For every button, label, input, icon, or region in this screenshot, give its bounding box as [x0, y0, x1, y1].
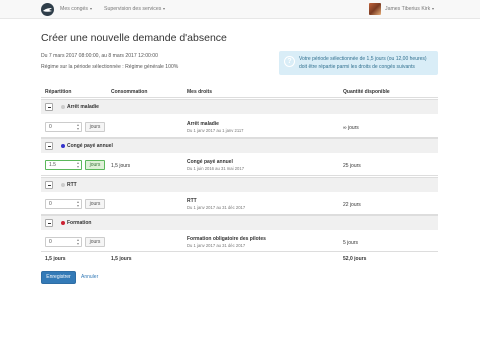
- droit-dates: Du 1 janv 2017 au 31 déc 2017: [187, 205, 246, 210]
- header-mes-droits: Mes droits: [187, 89, 213, 95]
- total-consommation: 1,5 jours: [111, 256, 132, 262]
- bird-logo-icon[interactable]: [41, 3, 54, 16]
- spinner-arrows-icon[interactable]: [77, 201, 80, 207]
- info-alert: ? Votre période sélectionnée de 1,5 jour…: [279, 51, 438, 75]
- collapse-minus-icon[interactable]: [45, 181, 53, 189]
- input-value: 0: [49, 201, 52, 207]
- repartition-input-conge-paye[interactable]: 1.5: [45, 160, 82, 170]
- caret-down-icon: [163, 7, 166, 10]
- quantite-value: 22 jours: [343, 202, 361, 208]
- consommation-value: 1,5 jours: [111, 163, 131, 169]
- user-menu[interactable]: James Tiberius Kirk: [385, 6, 435, 12]
- color-dot: [61, 105, 65, 109]
- input-value: 0: [49, 239, 52, 245]
- droit-name: Arrêt maladie: [187, 121, 219, 127]
- row-divider: [41, 251, 438, 252]
- spinner-arrows-icon[interactable]: [77, 124, 80, 130]
- group-arret-maladie: Arrêt maladie: [41, 99, 438, 114]
- user-name: James Tiberius Kirk: [385, 6, 431, 12]
- spinner-arrows-icon[interactable]: [77, 162, 80, 168]
- unit-addon: jours: [85, 199, 105, 209]
- droit-dates: Du 1 juin 2016 au 31 mai 2017: [187, 166, 245, 171]
- menu-supervision-label: Supervision des services: [104, 6, 162, 12]
- header-repartition: Répartition: [45, 89, 72, 95]
- menu-supervision-services[interactable]: Supervision des services: [104, 6, 166, 12]
- period-text: Du 7 mars 2017 08:00:00, au 8 mars 2017 …: [41, 53, 158, 59]
- group-name: RTT: [67, 182, 77, 188]
- header-quantite: Quantité disponible: [343, 89, 390, 95]
- group-name: Congé payé annuel: [67, 143, 113, 149]
- group-name: Formation: [67, 220, 92, 226]
- quantite-value: ∞ jours: [343, 125, 359, 131]
- color-dot: [61, 221, 65, 225]
- droit-dates: Du 1 janv 2017 au 31 déc 2017: [187, 243, 246, 248]
- unit-addon: jours: [85, 237, 105, 247]
- save-button[interactable]: Enregistrer: [41, 271, 76, 284]
- menu-mes-conges-label: Mes congés: [60, 6, 88, 12]
- header-consommation: Consommation: [111, 89, 148, 95]
- unit-addon: jours: [85, 160, 105, 170]
- collapse-minus-icon[interactable]: [45, 219, 53, 227]
- color-dot: [61, 144, 65, 148]
- quantite-value: 5 jours: [343, 240, 359, 246]
- droit-name: RTT: [187, 198, 197, 204]
- unit-addon: jours: [85, 122, 105, 132]
- droit-name: Formation obligatoire des pilotes: [187, 236, 266, 242]
- group-rtt: RTT: [41, 177, 438, 192]
- repartition-input-rtt[interactable]: 0: [45, 199, 82, 209]
- menu-mes-conges[interactable]: Mes congés: [60, 6, 92, 12]
- caret-down-icon: [432, 7, 435, 10]
- caret-down-icon: [89, 7, 92, 10]
- color-dot: [61, 183, 65, 187]
- collapse-minus-icon[interactable]: [45, 142, 53, 150]
- total-repartition: 1,5 jours: [45, 256, 66, 262]
- page-title: Créer une nouvelle demande d'absence: [41, 32, 227, 44]
- regime-text: Régime sur la période sélectionnée : Rég…: [41, 64, 179, 70]
- cancel-link[interactable]: Annuler: [81, 274, 98, 280]
- quantite-value: 25 jours: [343, 163, 361, 169]
- input-value: 0: [49, 124, 52, 130]
- collapse-minus-icon[interactable]: [45, 103, 53, 111]
- row-divider: [41, 175, 438, 176]
- spinner-arrows-icon[interactable]: [77, 239, 80, 245]
- header-divider: [41, 97, 438, 98]
- droit-dates: Du 1 janv 2017 au 1 janv 2117: [187, 128, 244, 133]
- repartition-input-arret-maladie[interactable]: 0: [45, 122, 82, 132]
- info-line-2: doit être répartie parmi les droits de c…: [299, 64, 415, 70]
- question-circle-icon: ?: [284, 56, 295, 67]
- group-formation: Formation: [41, 215, 438, 230]
- input-value: 1.5: [49, 162, 56, 168]
- navbar: Mes congés Supervision des services Jame…: [0, 0, 480, 19]
- user-avatar[interactable]: [369, 3, 381, 15]
- group-name: Arrêt maladie: [67, 104, 99, 110]
- repartition-input-formation[interactable]: 0: [45, 237, 82, 247]
- total-quantite: 52,0 jours: [343, 256, 367, 262]
- droit-name: Congé payé annuel: [187, 159, 233, 165]
- group-conge-paye-annuel: Congé payé annuel: [41, 138, 438, 153]
- info-line-1: Votre période sélectionnée de 1,5 jours …: [299, 56, 427, 62]
